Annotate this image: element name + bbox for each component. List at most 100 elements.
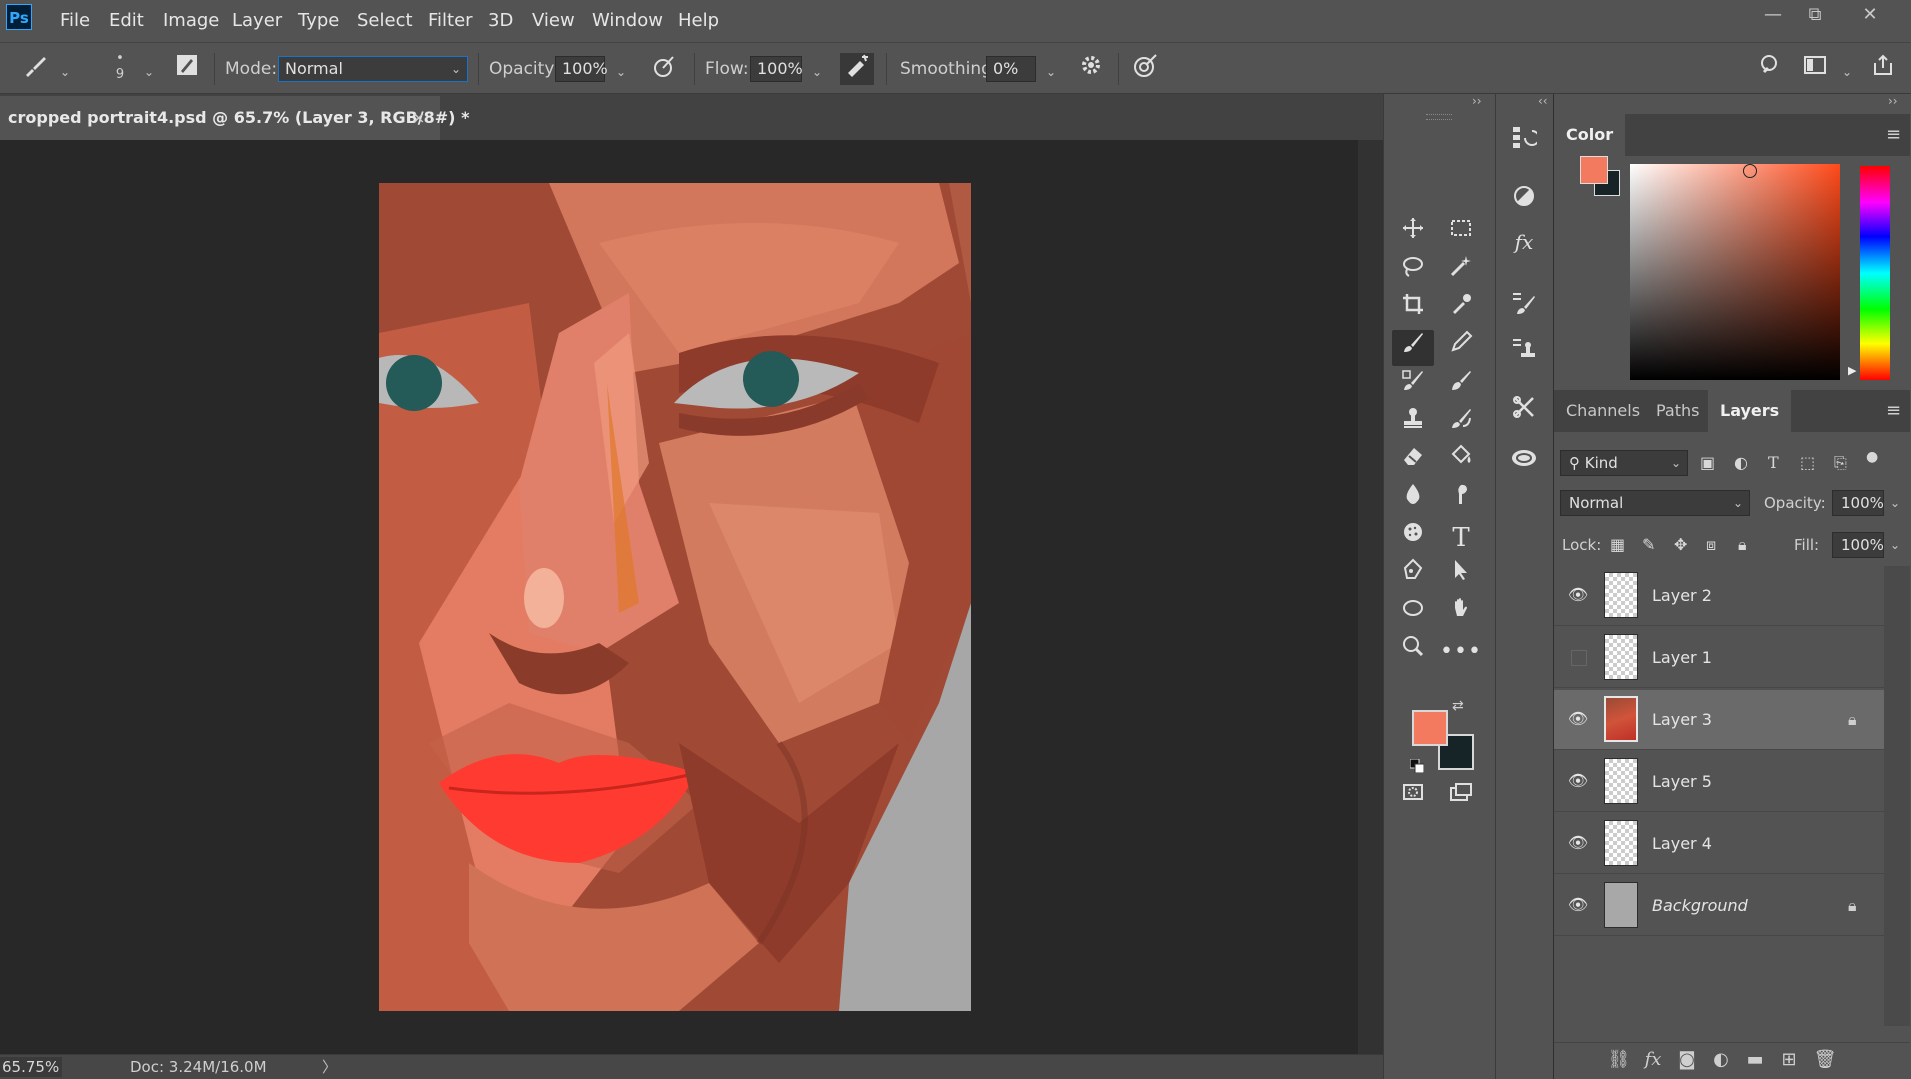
opacity-input[interactable]: 100% (555, 56, 608, 82)
type-filter-icon[interactable]: T (1768, 450, 1779, 476)
styles-panel-icon[interactable]: fx (1502, 222, 1546, 262)
quick-mask-icon[interactable] (1392, 780, 1434, 816)
smart-object-filter-icon[interactable]: ⎘ (1834, 450, 1847, 476)
menu-file[interactable]: File (60, 0, 90, 42)
lock-image-pixels-icon[interactable]: ✎ (1642, 532, 1655, 558)
status-menu-arrow[interactable]: 〉 (322, 1055, 337, 1079)
chevron-down-icon[interactable]: ⌄ (1890, 496, 1900, 510)
color-panel-foreground-swatch[interactable] (1580, 156, 1608, 184)
share-icon[interactable] (1868, 53, 1898, 85)
layer-row-selected[interactable]: 👁︎ Layer 3 🔒︎ (1554, 690, 1884, 750)
layer-opacity-input[interactable]: 100% (1832, 490, 1884, 516)
chevron-down-icon[interactable]: ⌄ (812, 65, 822, 79)
hue-slider[interactable] (1860, 166, 1890, 380)
menu-view[interactable]: View (532, 0, 575, 42)
path-select-icon[interactable] (1440, 558, 1482, 594)
adjustment-layer-icon[interactable]: ◐ (1706, 1043, 1736, 1077)
tab-paths[interactable]: Paths (1644, 390, 1711, 432)
search-icon[interactable] (1756, 53, 1786, 85)
menu-type[interactable]: Type (298, 0, 339, 42)
layer-name[interactable]: Layer 2 (1652, 566, 1712, 626)
chevron-down-icon[interactable]: ⌄ (1046, 65, 1056, 79)
zoom-icon[interactable] (1392, 634, 1434, 670)
flow-input[interactable]: 100% (750, 56, 803, 82)
pen-icon[interactable] (1392, 558, 1434, 594)
layer-name[interactable]: Layer 4 (1652, 814, 1712, 874)
delete-layer-icon[interactable]: 🗑︎ (1810, 1043, 1840, 1077)
move-icon[interactable] (1392, 216, 1434, 252)
pressure-opacity-icon[interactable] (648, 53, 680, 85)
crop-icon[interactable] (1392, 292, 1434, 328)
pencil-icon[interactable] (1440, 330, 1482, 366)
collapse-panel-icon[interactable]: ›› (1472, 94, 1482, 108)
visibility-off-box[interactable] (1571, 650, 1587, 666)
layer-row[interactable]: 👁︎ Layer 2 (1554, 566, 1884, 626)
clone-source-panel-icon[interactable] (1502, 336, 1546, 376)
visibility-eye-icon[interactable]: 👁︎ (1566, 708, 1590, 730)
color-saturation-field[interactable] (1630, 164, 1840, 380)
adjustments-panel-icon[interactable] (1502, 182, 1546, 222)
lock-all-icon[interactable]: 🔒︎ (1738, 532, 1747, 558)
restore-button[interactable]: ⧉ (1795, 0, 1835, 30)
layer-thumbnail[interactable] (1604, 820, 1638, 866)
menu-edit[interactable]: Edit (109, 0, 144, 42)
add-mask-icon[interactable]: ◙ (1672, 1043, 1702, 1077)
more-icon[interactable]: ••• (1440, 634, 1482, 670)
workspace-icon[interactable] (1800, 53, 1830, 85)
layer-row[interactable]: 👁︎ Layer 5 (1554, 752, 1884, 812)
airbrush-icon[interactable] (840, 53, 874, 85)
panel-grip[interactable] (1426, 114, 1452, 120)
layer-thumbnail[interactable] (1604, 696, 1638, 742)
eyedropper-icon[interactable] (1440, 292, 1482, 328)
document-tab[interactable]: cropped portrait4.psd @ 65.7% (Layer 3, … (0, 96, 469, 140)
mode-select[interactable]: Normal ⌄ (278, 56, 468, 82)
smoothing-input[interactable]: 0% (986, 56, 1036, 82)
paint-bucket-icon[interactable] (1440, 444, 1482, 480)
fill-input[interactable]: 100% (1832, 532, 1884, 558)
layer-row[interactable]: 👁︎ Background 🔒︎ (1554, 876, 1884, 936)
collapse-panel-icon[interactable]: ›› (1888, 94, 1898, 108)
hand-icon[interactable] (1440, 596, 1482, 632)
document-info[interactable]: Doc: 3.24M/16.0M (130, 1055, 267, 1079)
menu-filter[interactable]: Filter (428, 0, 473, 42)
brush-settings-icon[interactable] (172, 53, 202, 85)
link-layers-icon[interactable]: ⛓︎ (1604, 1043, 1634, 1077)
swap-colors-icon[interactable]: ⇄ (1452, 698, 1464, 714)
expand-panels-icon[interactable]: ‹‹ (1538, 94, 1548, 108)
image-filter-icon[interactable]: ▣ (1700, 450, 1715, 476)
blur-icon[interactable] (1392, 482, 1434, 518)
filter-toggle-icon[interactable]: ● (1866, 444, 1878, 470)
visibility-eye-icon[interactable]: 👁︎ (1566, 584, 1590, 606)
type-icon[interactable]: T (1440, 520, 1482, 556)
menu-3d[interactable]: 3D (488, 0, 513, 42)
ellipse-icon[interactable] (1392, 596, 1434, 632)
visibility-eye-icon[interactable]: 👁︎ (1566, 770, 1590, 792)
tool-presets-panel-icon[interactable] (1502, 394, 1546, 434)
menu-select[interactable]: Select (357, 0, 413, 42)
chevron-down-icon[interactable]: ⌄ (616, 65, 626, 79)
panel-menu-icon[interactable]: ≡ (1886, 124, 1901, 145)
gear-icon[interactable] (1074, 53, 1108, 85)
foreground-color-swatch[interactable] (1412, 710, 1448, 746)
document-canvas[interactable] (379, 183, 971, 1011)
menu-window[interactable]: Window (592, 0, 663, 42)
blend-mode-select[interactable]: Normal ⌄ (1560, 490, 1750, 516)
smudge-icon[interactable] (1440, 482, 1482, 518)
sponge-icon[interactable] (1392, 520, 1434, 556)
brush-icon[interactable] (1392, 330, 1434, 366)
panel-menu-icon[interactable]: ≡ (1886, 400, 1901, 421)
layer-style-icon[interactable]: fx (1638, 1043, 1668, 1077)
layer-name[interactable]: Layer 3 (1652, 690, 1712, 750)
menu-image[interactable]: Image (163, 0, 219, 42)
new-layer-icon[interactable]: ⊞ (1774, 1043, 1804, 1077)
menu-help[interactable]: Help (678, 0, 719, 42)
layer-thumbnail[interactable] (1604, 572, 1638, 618)
layer-thumbnail[interactable] (1604, 882, 1638, 928)
screen-mode-icon[interactable] (1440, 780, 1482, 816)
tab-color[interactable]: Color (1554, 114, 1626, 156)
layer-name[interactable]: Layer 5 (1652, 752, 1712, 812)
layer-thumbnail[interactable] (1604, 634, 1638, 680)
new-group-icon[interactable]: ▬ (1740, 1043, 1770, 1077)
eraser-icon[interactable] (1392, 444, 1434, 480)
close-window-button[interactable]: ✕ (1850, 0, 1890, 30)
